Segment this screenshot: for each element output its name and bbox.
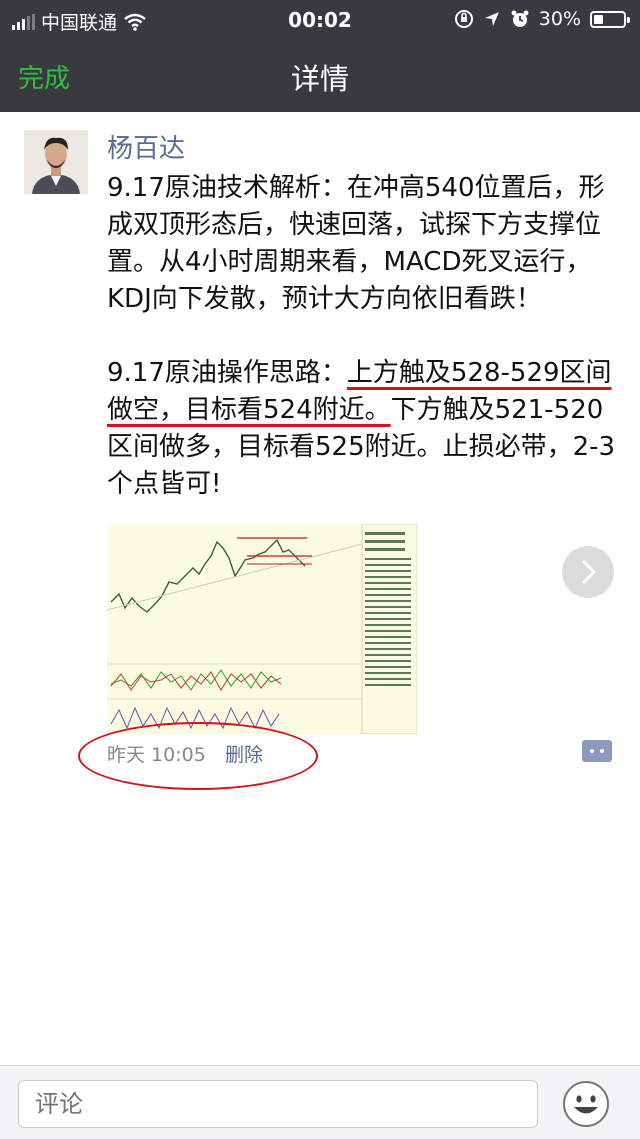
chevron-right-icon [582,560,596,584]
comment-bar [0,1065,640,1139]
author-name[interactable]: 杨百达 [107,128,185,165]
alarm-icon [511,10,529,27]
location-icon [484,12,499,26]
post-text-segment: 9.17原油操作思路： [107,358,347,388]
navigation-bar: 完成 详情 [0,40,640,112]
status-bar: 中国联通 00:02 30% [0,0,640,40]
emoji-icon[interactable] [562,1080,610,1128]
comment-input[interactable] [18,1080,538,1128]
post-detail: 杨百达 9.17原油技术解析：在冲高540位置后，形成双顶形态后，快速回落，试探… [0,112,640,1065]
post-image[interactable] [107,524,417,734]
post-timestamp: 昨天 10:05 [107,744,206,766]
post-paragraph: 9.17原油操作思路：上方触及528-529区间做空，目标看524附近。下方触及… [107,355,617,503]
post-paragraph: 9.17原油技术解析：在冲高540位置后，形成双顶形态后，快速回落，试探下方支撑… [107,173,605,314]
page-title: 详情 [290,62,349,96]
image-next-button[interactable] [562,546,614,598]
post-body: 9.17原油技术解析：在冲高540位置后，形成双顶形态后，快速回落，试探下方支撑… [107,170,617,503]
lock-rotation-icon [454,10,473,28]
avatar[interactable] [24,130,88,194]
delete-link[interactable]: 删除 [225,740,263,767]
battery-percent: 30% [538,8,581,30]
comment-icon[interactable] [582,740,612,762]
battery-icon [590,10,630,28]
